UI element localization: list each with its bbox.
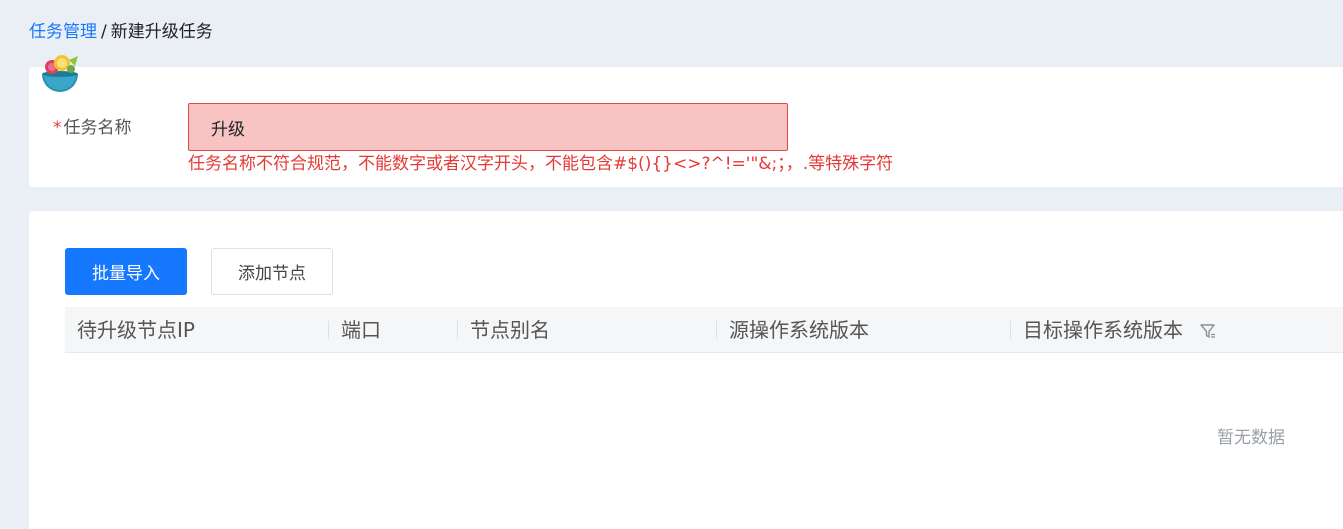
column-divider (716, 321, 717, 339)
breadcrumb-separator: / (101, 22, 107, 42)
column-header-target-os-version[interactable]: 目标操作系统版本 (1023, 307, 1183, 353)
column-header-node-alias[interactable]: 节点别名 (470, 307, 550, 353)
add-node-button[interactable]: 添加节点 (211, 248, 333, 295)
task-name-label: * 任务名称 (53, 117, 132, 139)
column-divider (457, 321, 458, 339)
table-empty-text: 暂无数据 (1217, 428, 1285, 448)
column-header-port[interactable]: 端口 (341, 307, 381, 353)
column-header-node-ip[interactable]: 待升级节点IP (77, 307, 195, 353)
table-header: 待升级节点IP 端口 节点别名 源操作系统版本 目标操作系统版本 (65, 307, 1343, 353)
task-name-error-message: 任务名称不符合规范，不能数字或者汉字开头，不能包含#$(){}<>?^!='"&… (188, 154, 894, 174)
column-divider (1010, 321, 1011, 339)
column-header-source-os-version[interactable]: 源操作系统版本 (729, 307, 869, 353)
batch-import-button[interactable]: 批量导入 (65, 248, 187, 295)
breadcrumb-current: 新建升级任务 (110, 22, 213, 42)
app-logo-icon (42, 55, 78, 92)
task-name-label-text: 任务名称 (63, 118, 132, 138)
breadcrumb: 任务管理 / 新建升级任务 (29, 21, 213, 43)
task-name-input[interactable] (188, 103, 788, 151)
breadcrumb-parent-link[interactable]: 任务管理 (29, 22, 97, 42)
filter-icon[interactable] (1199, 322, 1217, 340)
column-divider (328, 321, 329, 339)
required-mark: * (53, 118, 62, 138)
